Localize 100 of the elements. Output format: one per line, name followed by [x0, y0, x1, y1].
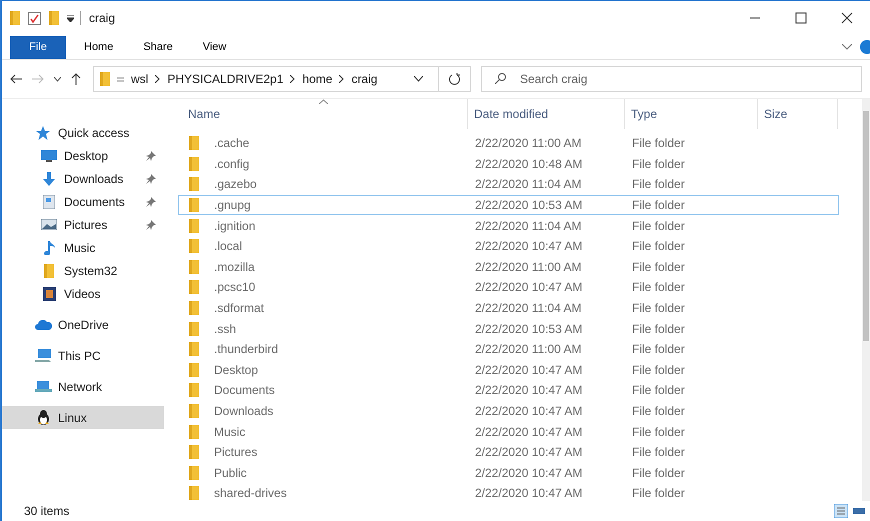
nav-item[interactable]: Quick access	[2, 121, 164, 144]
overflow-icon[interactable]	[117, 76, 124, 82]
folder-icon	[189, 445, 199, 460]
date-cell-text: 2/22/2020 11:00 AM	[474, 136, 583, 150]
column-header[interactable]: Type	[625, 99, 758, 129]
nav-item[interactable]: Documents	[2, 190, 164, 213]
file-row[interactable]: Pictures 2/22/2020 10:47 AM File folder	[178, 442, 839, 462]
pin-icon[interactable]	[146, 174, 156, 184]
back-arrow-icon[interactable]	[10, 74, 22, 84]
folder-icon	[189, 322, 199, 336]
file-row[interactable]: .pcsc10 2/22/2020 10:47 AM File folder	[178, 277, 839, 298]
breadcrumb[interactable]: home	[302, 72, 332, 86]
chevron-icon[interactable]	[842, 44, 852, 50]
sort-caret-icon	[319, 99, 328, 104]
pin-icon[interactable]	[146, 150, 156, 160]
dropdown-icon[interactable]	[67, 14, 74, 22]
folder-icon	[189, 486, 199, 500]
date-cell-text: 2/22/2020 11:00 AM	[474, 260, 583, 274]
pin-icon[interactable]	[146, 196, 156, 206]
ribbon-tab[interactable]: Home	[72, 38, 126, 56]
dropdown-icon[interactable]	[414, 76, 423, 82]
nav-item[interactable]: System32	[2, 259, 164, 282]
nav-item[interactable]: Music	[2, 236, 164, 259]
refresh-icon[interactable]	[449, 73, 460, 85]
scrollbar[interactable]	[862, 99, 870, 501]
ribbon-tab[interactable]: Share	[131, 38, 185, 56]
checkmark-icon[interactable]	[28, 12, 41, 24]
file-row[interactable]: Documents 2/22/2020 10:47 AM File folder	[178, 380, 839, 401]
search-field[interactable]: Search craig	[481, 66, 862, 92]
file-name: shared-drives	[213, 486, 287, 500]
folder-icon	[189, 218, 199, 233]
breadcrumb[interactable]: PHYSICALDRIVE2p1	[167, 72, 284, 86]
folder-icon	[10, 11, 20, 25]
file-row[interactable]: Public 2/22/2020 10:47 AM File folder	[178, 462, 839, 484]
nav-item[interactable]: Network	[2, 375, 164, 398]
picture-icon	[41, 219, 57, 230]
file-row[interactable]: Desktop 2/22/2020 10:47 AM File folder	[178, 360, 839, 380]
nav-item[interactable]: Videos	[2, 282, 164, 305]
type-cell-text: File folder	[631, 404, 686, 418]
file-name: .sdformat	[213, 301, 264, 316]
nav-item[interactable]: OneDrive	[2, 313, 164, 336]
folder-icon	[100, 72, 110, 86]
folder-icon	[189, 362, 199, 377]
folder-icon	[189, 301, 199, 316]
address-bar[interactable]: wsl PHYSICALDRIVE2p1 home craig	[93, 66, 471, 92]
file-row[interactable]: .gnupg 2/22/2020 10:53 AM File folder	[178, 194, 839, 216]
chevron-right-icon[interactable]	[290, 75, 296, 83]
help-icon[interactable]	[860, 40, 870, 54]
file-row[interactable]: shared-drives 2/22/2020 10:47 AM File folder	[178, 483, 839, 504]
chevron-right-icon[interactable]	[339, 75, 344, 83]
type-cell-text: File folder	[631, 156, 686, 171]
date-cell-text: 2/22/2020 10:53 AM	[474, 198, 584, 212]
ribbon-tab[interactable]: View	[190, 38, 238, 56]
chevron-right-icon[interactable]	[155, 75, 160, 83]
cloud-icon	[34, 320, 52, 330]
file-row[interactable]: .ssh 2/22/2020 10:53 AM File folder	[178, 318, 839, 339]
file-row[interactable]: .gazebo 2/22/2020 11:04 AM File folder	[178, 174, 839, 195]
scrollbar-thumb[interactable]	[863, 111, 869, 341]
nav-item[interactable]: Downloads	[2, 167, 164, 190]
folder-icon	[189, 466, 199, 480]
type-cell-text: File folder	[631, 466, 686, 480]
nav-item[interactable]: Desktop	[2, 144, 164, 167]
type-cell-text: File folder	[631, 136, 686, 150]
date-cell-text: 2/22/2020 10:47 AM	[474, 383, 584, 398]
nav-item[interactable]: Pictures	[2, 213, 164, 236]
file-row[interactable]: .sdformat 2/22/2020 11:04 AM File folder	[178, 298, 839, 318]
date-cell-text: 2/22/2020 10:47 AM	[474, 239, 584, 254]
type-cell-text: File folder	[631, 198, 686, 212]
type-cell-text: File folder	[631, 383, 686, 398]
file-row[interactable]: .config 2/22/2020 10:48 AM File folder	[178, 154, 839, 174]
nav-item[interactable]: Linux	[2, 406, 164, 429]
file-name: .gazebo	[213, 177, 257, 192]
file-name: .cache	[213, 136, 250, 150]
item-count: 30 items	[24, 504, 70, 518]
file-row[interactable]: .ignition 2/22/2020 11:04 AM File folder	[178, 215, 839, 236]
caret-icon[interactable]	[54, 76, 61, 82]
column-header[interactable]: Name	[178, 99, 468, 129]
file-row[interactable]: .mozilla 2/22/2020 11:00 AM File folder	[178, 256, 839, 278]
date-cell-text: 2/22/2020 10:47 AM	[474, 445, 584, 460]
file-row[interactable]: .cache 2/22/2020 11:00 AM File folder	[178, 133, 839, 154]
breadcrumb[interactable]: wsl	[131, 72, 148, 86]
pin-icon[interactable]	[146, 220, 156, 230]
network-icon	[34, 380, 52, 393]
file-name: .config	[213, 156, 250, 171]
file-row[interactable]: .local 2/22/2020 10:47 AM File folder	[178, 236, 839, 257]
download-icon	[43, 172, 55, 186]
date-cell-text: 2/22/2020 10:47 AM	[474, 280, 584, 294]
nav-item[interactable]: This PC	[2, 344, 164, 367]
file-tab[interactable]: File	[10, 36, 66, 58]
file-row[interactable]: Downloads 2/22/2020 10:47 AM File folder	[178, 400, 839, 422]
file-row[interactable]: .thunderbird 2/22/2020 11:00 AM File folder	[178, 338, 839, 360]
type-cell-text: File folder	[631, 424, 686, 439]
file-row[interactable]: Music 2/22/2020 10:47 AM File folder	[178, 421, 839, 442]
breadcrumb[interactable]: craig	[351, 72, 378, 86]
details-view-icon[interactable]	[834, 504, 848, 518]
up-arrow-icon[interactable]	[71, 73, 81, 85]
computer-icon	[35, 349, 51, 362]
column-header[interactable]: Size	[758, 99, 838, 129]
column-header[interactable]: Date modified	[468, 99, 625, 129]
type-cell-text: File folder	[631, 342, 686, 356]
